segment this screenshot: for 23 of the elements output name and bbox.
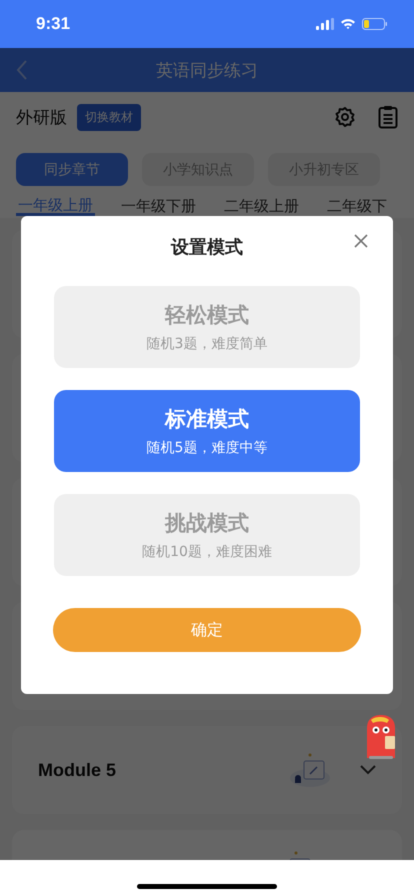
notebook-drawing	[288, 752, 332, 788]
grade-tab[interactable]: 一年级下册	[119, 196, 198, 216]
grade-tab[interactable]: 二年级上册	[222, 196, 301, 216]
switch-textbook-button[interactable]: 切换教材	[77, 104, 141, 130]
category-tab[interactable]: 同步章节	[16, 153, 128, 186]
mode-option[interactable]: 标准模式 随机5题，难度中等	[54, 390, 360, 472]
back-icon	[16, 60, 28, 80]
wifi-icon	[340, 18, 356, 30]
grade-tab[interactable]: 二年级下	[325, 196, 389, 216]
battery-icon	[362, 18, 388, 30]
mode-option[interactable]: 挑战模式 随机10题，难度困难	[54, 494, 360, 576]
chevron-down-icon	[360, 765, 376, 775]
edition-label: 外研版	[16, 106, 67, 128]
close-icon[interactable]	[354, 234, 368, 248]
clipboard-icon	[378, 105, 398, 129]
dialog-title: 设置模式	[171, 236, 243, 259]
status-time: 9:31	[36, 14, 72, 34]
page-title: 英语同步练习	[155, 60, 259, 82]
settings-icon	[334, 106, 356, 128]
confirm-button[interactable]: 确定	[53, 608, 361, 652]
signal-icon	[316, 18, 334, 30]
mode-option[interactable]: 轻松模式 随机3题，难度简单	[54, 286, 360, 368]
module-title: Module 5	[38, 760, 116, 780]
